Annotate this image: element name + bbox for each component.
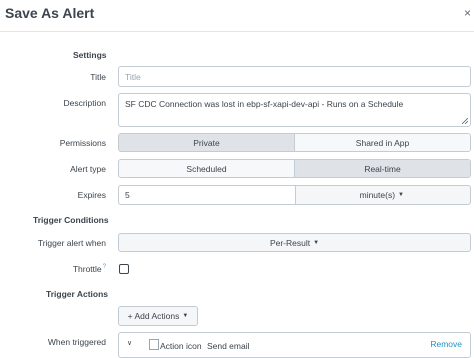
trigger-conditions-heading: Trigger Conditions [33,215,109,225]
expires-unit-label: minute(s) [359,190,396,200]
expires-input[interactable]: 5 [118,185,296,205]
action-panel: ∨ Action icon Send email Remove [118,332,471,358]
description-textarea[interactable]: SF CDC Connection was lost in ebp-sf-xap… [118,93,471,127]
throttle-label: Throttle? [4,264,106,274]
chevron-down-icon: ▼ [182,313,189,319]
title-label: Title [90,72,106,82]
when-triggered-label: When triggered [47,337,106,347]
add-actions-label: + Add Actions [127,311,180,321]
permissions-private-option[interactable]: Private [119,134,294,151]
chevron-down-icon: ▼ [313,239,320,246]
chevron-down-icon[interactable]: ∨ [127,339,132,347]
alert-type-label: Alert type [70,164,106,174]
throttle-checkbox[interactable] [119,264,129,274]
permissions-label: Permissions [59,138,106,148]
expires-value: 5 [125,190,130,200]
settings-heading: Settings [73,50,107,60]
close-icon[interactable]: × [464,6,474,20]
action-name: Send email [206,341,250,351]
trigger-when-dropdown[interactable]: Per-Result ▼ [118,233,471,252]
expires-label: Expires [77,190,106,200]
remove-action-link[interactable]: Remove [430,339,462,349]
throttle-label-text: Throttle [72,264,102,274]
title-placeholder: Title [125,71,141,82]
alert-type-scheduled-option[interactable]: Scheduled [119,160,294,177]
action-icon-alt: Action icon [160,341,202,351]
chevron-down-icon: ▼ [398,192,404,198]
trigger-when-label: Trigger alert when [37,238,106,248]
trigger-when-value: Per-Result [269,237,311,248]
permissions-shared-option[interactable]: Shared in App [294,134,470,151]
action-row[interactable]: Action icon Send email [149,339,250,351]
description-label: Description [63,98,106,108]
add-actions-button[interactable]: + Add Actions ▼ [118,306,198,326]
alert-type-realtime-option[interactable]: Real-time [294,160,470,177]
trigger-actions-heading: Trigger Actions [46,289,109,299]
alert-type-toggle: Scheduled Real-time [118,159,471,178]
dialog-title: Save As Alert [5,5,95,21]
header-divider [0,31,474,32]
title-input[interactable]: Title [118,66,471,87]
broken-image-icon [149,339,159,350]
permissions-toggle: Private Shared in App [118,133,471,152]
resize-handle-icon[interactable] [462,118,468,124]
expires-unit-dropdown[interactable]: minute(s) ▼ [295,185,471,205]
description-value: SF CDC Connection was lost in ebp-sf-xap… [125,99,404,109]
help-icon[interactable]: ? [103,264,106,270]
